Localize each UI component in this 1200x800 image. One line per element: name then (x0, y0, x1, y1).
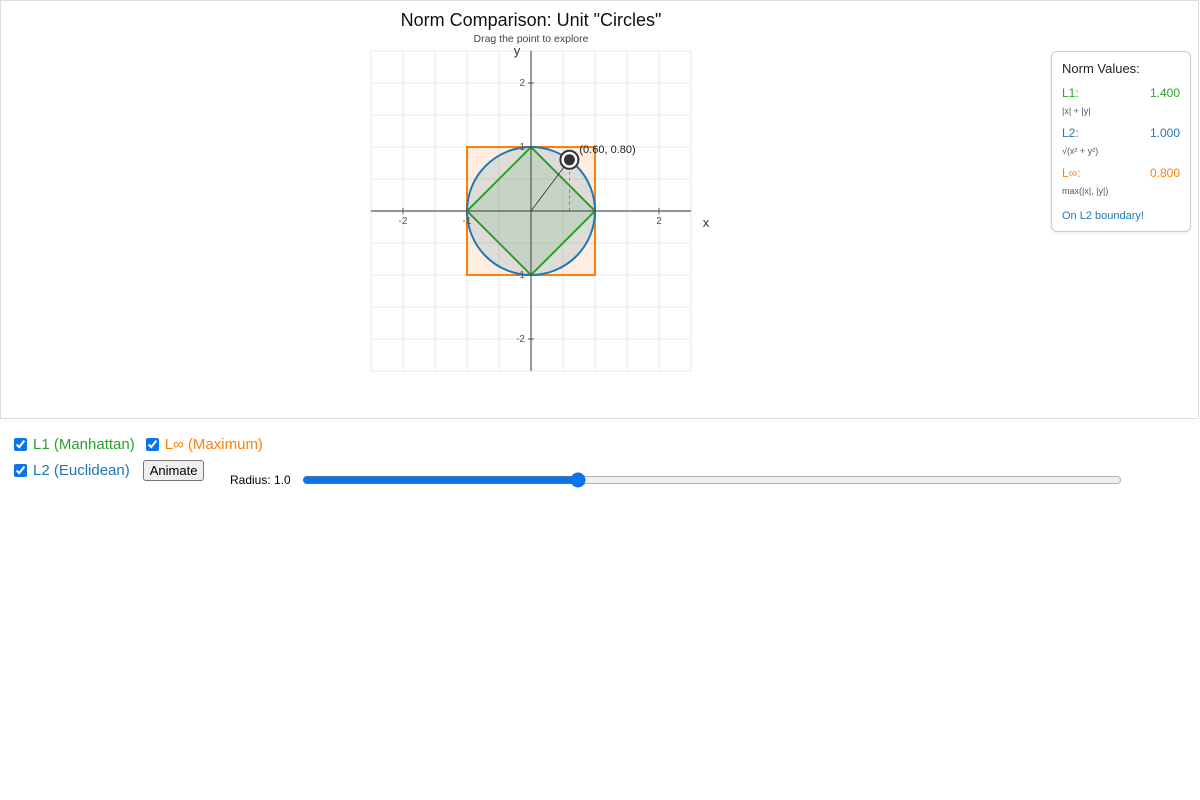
y-tick-label: -2 (516, 334, 525, 345)
drag-point[interactable] (563, 154, 575, 166)
l2-norm-label: L2: (1062, 126, 1079, 140)
controls-row-1: L1 (Manhattan) L∞ (Maximum) (12, 436, 272, 453)
y-tick-label: 1 (519, 142, 525, 153)
controls-area: L1 (Manhattan) L∞ (Maximum) L2 (Euclidea… (0, 420, 1200, 500)
plot-stage: Norm Comparison: Unit "Circles" Drag the… (0, 0, 1199, 419)
l1-checkbox-label[interactable]: L1 (Manhattan) (33, 436, 135, 453)
linf-norm-label: L∞: (1062, 166, 1081, 180)
l1-checkbox[interactable] (14, 438, 27, 451)
l2-checkbox-label[interactable]: L2 (Euclidean) (33, 462, 130, 479)
controls-row-2: L2 (Euclidean) Animate (12, 460, 205, 481)
y-tick-label: 2 (519, 78, 525, 89)
linf-checkbox-label[interactable]: L∞ (Maximum) (165, 436, 263, 453)
radius-slider[interactable] (302, 472, 1122, 488)
l2-checkbox[interactable] (14, 464, 27, 477)
norm-panel-title: Norm Values: (1062, 61, 1140, 76)
linf-checkbox[interactable] (145, 438, 159, 451)
x-axis-label: x (703, 215, 710, 230)
linf-norm-value: 0.800 (1149, 166, 1180, 180)
norm-values-panel: Norm Values: L1: 1.400 |x| + |y| L2: 1.0… (1051, 51, 1191, 232)
l2-norm-formula: √(x² + y²) (1062, 146, 1099, 156)
plot-canvas[interactable]: Norm Comparison: Unit "Circles" Drag the… (1, 1, 1199, 419)
l2-norm-value: 1.000 (1149, 126, 1180, 140)
x-tick-label: -2 (399, 216, 408, 227)
plot-title: Norm Comparison: Unit "Circles" (401, 10, 662, 30)
y-axis-label: y (514, 43, 521, 58)
x-tick-label: -1 (463, 216, 472, 227)
radius-label: Radius: 1.0 (230, 473, 291, 487)
y-tick-label: -1 (516, 270, 525, 281)
boundary-status: On L2 boundary! (1062, 210, 1144, 222)
l1-norm-value: 1.400 (1149, 86, 1180, 100)
point-coordinate-label: (0.60, 0.80) (579, 144, 635, 156)
x-tick-label: 2 (656, 216, 662, 227)
plot-subtitle: Drag the point to explore (474, 33, 589, 45)
linf-norm-formula: max(|x|, |y|) (1062, 186, 1109, 196)
animate-button[interactable]: Animate (142, 460, 205, 481)
l1-norm-formula: |x| + |y| (1062, 106, 1091, 116)
l1-norm-label: L1: (1062, 86, 1079, 100)
